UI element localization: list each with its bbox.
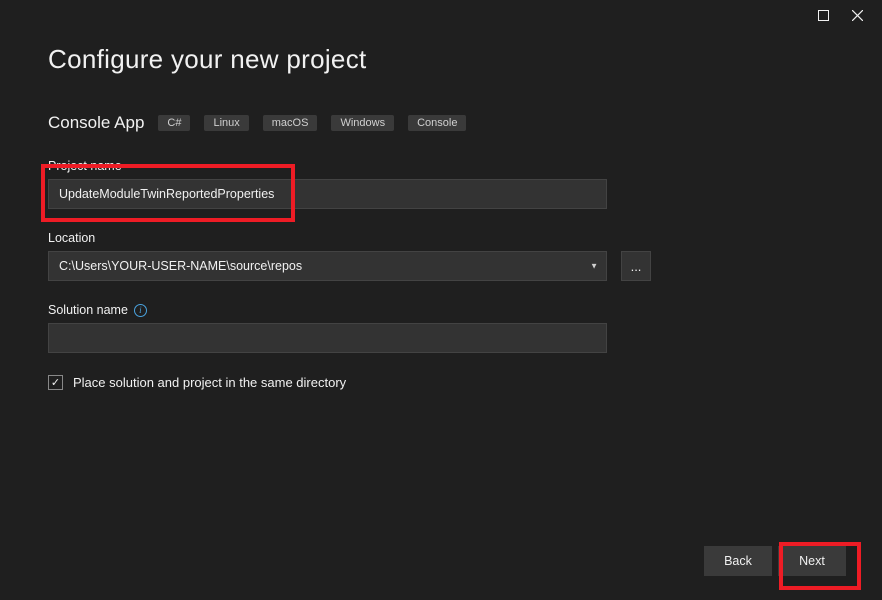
template-tag: Console xyxy=(408,115,466,131)
info-icon[interactable]: i xyxy=(134,304,147,317)
solution-name-label: Solution name xyxy=(48,303,128,317)
maximize-icon[interactable] xyxy=(816,8,830,22)
location-input[interactable] xyxy=(48,251,607,281)
close-icon[interactable] xyxy=(850,8,864,22)
back-button[interactable]: Back xyxy=(704,546,772,576)
solution-name-input[interactable] xyxy=(48,323,607,353)
same-directory-checkbox[interactable]: ✓ xyxy=(48,375,63,390)
project-name-input[interactable] xyxy=(48,179,607,209)
next-button[interactable]: Next xyxy=(778,546,846,576)
page-title: Configure your new project xyxy=(48,44,834,75)
template-row: Console App C# Linux macOS Windows Conso… xyxy=(48,113,834,133)
same-directory-label: Place solution and project in the same d… xyxy=(73,375,346,390)
browse-button[interactable]: ... xyxy=(621,251,651,281)
template-tag: C# xyxy=(158,115,190,131)
project-name-label: Project name xyxy=(48,159,834,173)
template-name: Console App xyxy=(48,113,144,133)
template-tag: macOS xyxy=(263,115,318,131)
location-label: Location xyxy=(48,231,834,245)
template-tag: Windows xyxy=(331,115,394,131)
template-tag: Linux xyxy=(204,115,248,131)
